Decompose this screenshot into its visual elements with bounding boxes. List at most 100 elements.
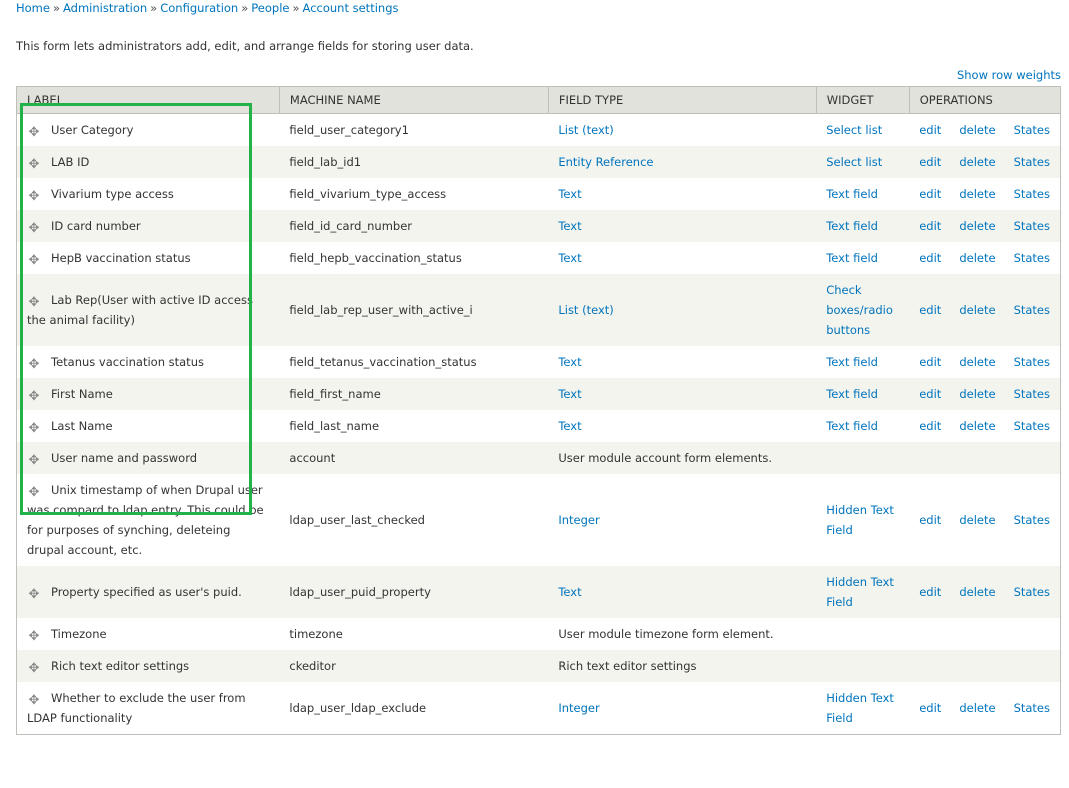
field-type-link[interactable]: Text [558,187,581,201]
states-link[interactable]: States [1014,303,1050,317]
edit-link[interactable]: edit [919,701,941,715]
widget-link[interactable]: Hidden Text Field [826,575,894,609]
delete-link[interactable]: delete [959,303,995,317]
delete-link[interactable]: delete [959,219,995,233]
edit-link[interactable]: edit [919,123,941,137]
breadcrumb-link[interactable]: Administration [63,1,147,15]
label-cell: ✥ Last Name [16,410,280,442]
operations-cell: edit delete States [909,146,1061,178]
machine-name-cell: field_id_card_number [279,210,549,242]
widget-link[interactable]: Hidden Text Field [826,691,894,725]
edit-link[interactable]: edit [919,419,941,433]
widget-link[interactable]: Select list [826,123,882,137]
breadcrumb-link[interactable]: Home [16,1,50,15]
edit-link[interactable]: edit [919,355,941,369]
operations-cell: edit delete States [909,178,1061,210]
machine-name-cell: ldap_user_last_checked [279,474,549,566]
widget-cell: Text field [816,242,910,274]
delete-link[interactable]: delete [959,155,995,169]
drag-handle-icon[interactable]: ✥ [27,158,41,172]
drag-handle-icon[interactable]: ✥ [27,694,41,708]
drag-handle-icon[interactable]: ✥ [27,588,41,602]
edit-link[interactable]: edit [919,155,941,169]
field-type-link[interactable]: List (text) [558,123,613,137]
drag-handle-icon[interactable]: ✥ [27,422,41,436]
widget-link[interactable]: Text field [826,387,878,401]
delete-link[interactable]: delete [959,701,995,715]
field-type-link[interactable]: List (text) [558,303,613,317]
edit-link[interactable]: edit [919,187,941,201]
widget-link[interactable]: Hidden Text Field [826,503,894,537]
breadcrumb-separator: » [292,1,300,15]
show-row-weights-link[interactable]: Show row weights [957,68,1061,82]
delete-link[interactable]: delete [959,123,995,137]
widget-link[interactable]: Select list [826,155,882,169]
widget-link[interactable]: Check boxes/radio buttons [826,283,893,337]
table-row: ✥ Timezone timezone User module timezone fo… [16,618,1061,650]
delete-link[interactable]: delete [959,355,995,369]
field-type-link[interactable]: Entity Reference [558,155,653,169]
widget-link[interactable]: Text field [826,355,878,369]
states-link[interactable]: States [1014,419,1050,433]
drag-handle-icon[interactable]: ✥ [27,254,41,268]
states-link[interactable]: States [1014,219,1050,233]
edit-link[interactable]: edit [919,251,941,265]
field-type-link[interactable]: Integer [558,513,599,527]
field-type-link[interactable]: Text [558,219,581,233]
states-link[interactable]: States [1014,355,1050,369]
states-link[interactable]: States [1014,155,1050,169]
field-label: Unix timestamp of when Drupal user was c… [27,483,264,557]
delete-link[interactable]: delete [959,585,995,599]
delete-link[interactable]: delete [959,387,995,401]
drag-handle-icon[interactable]: ✥ [27,662,41,676]
states-link[interactable]: States [1014,123,1050,137]
states-link[interactable]: States [1014,251,1050,265]
drag-handle-icon[interactable]: ✥ [27,486,41,500]
field-type-link[interactable]: Text [558,585,581,599]
drag-handle-icon[interactable]: ✥ [27,358,41,372]
edit-link[interactable]: edit [919,303,941,317]
drag-handle-icon[interactable]: ✥ [27,296,41,310]
delete-link[interactable]: delete [959,187,995,201]
table-row: ✥ HepB vaccination status field_hepb_vacci… [16,242,1061,274]
states-link[interactable]: States [1014,585,1050,599]
edit-link[interactable]: edit [919,219,941,233]
field-type-link[interactable]: Text [558,387,581,401]
breadcrumb-link[interactable]: People [251,1,289,15]
field-type-cell: Text [548,178,817,210]
widget-link[interactable]: Text field [826,419,878,433]
table-row: ✥ Lab Rep(User with active ID access the … [16,274,1061,346]
drag-handle-icon[interactable]: ✥ [27,190,41,204]
states-link[interactable]: States [1014,387,1050,401]
field-label: Rich text editor settings [51,659,190,673]
label-cell: ✥ LAB ID [16,146,280,178]
delete-link[interactable]: delete [959,251,995,265]
field-type-link[interactable]: Text [558,355,581,369]
breadcrumb-link[interactable]: Account settings [303,1,399,15]
edit-link[interactable]: edit [919,513,941,527]
widget-link[interactable]: Text field [826,219,878,233]
widget-link[interactable]: Text field [826,251,878,265]
states-link[interactable]: States [1014,187,1050,201]
edit-link[interactable]: edit [919,387,941,401]
field-type-link[interactable]: Text [558,251,581,265]
table-row: ✥ Whether to exclude the user from LDAP f… [16,682,1061,735]
breadcrumb-link[interactable]: Configuration [160,1,238,15]
drag-handle-icon[interactable]: ✥ [27,630,41,644]
drag-handle-icon[interactable]: ✥ [27,222,41,236]
states-link[interactable]: States [1014,701,1050,715]
edit-link[interactable]: edit [919,585,941,599]
field-label: First Name [51,387,113,401]
field-type-link[interactable]: Text [558,419,581,433]
label-cell: ✥ Lab Rep(User with active ID access the … [16,274,280,346]
delete-link[interactable]: delete [959,513,995,527]
states-link[interactable]: States [1014,513,1050,527]
operations-cell: edit delete States [909,346,1061,378]
drag-handle-icon[interactable]: ✥ [27,390,41,404]
field-type-link[interactable]: Integer [558,701,599,715]
machine-name-cell: ldap_user_ldap_exclude [279,682,549,735]
delete-link[interactable]: delete [959,419,995,433]
drag-handle-icon[interactable]: ✥ [27,454,41,468]
drag-handle-icon[interactable]: ✥ [27,126,41,140]
widget-link[interactable]: Text field [826,187,878,201]
